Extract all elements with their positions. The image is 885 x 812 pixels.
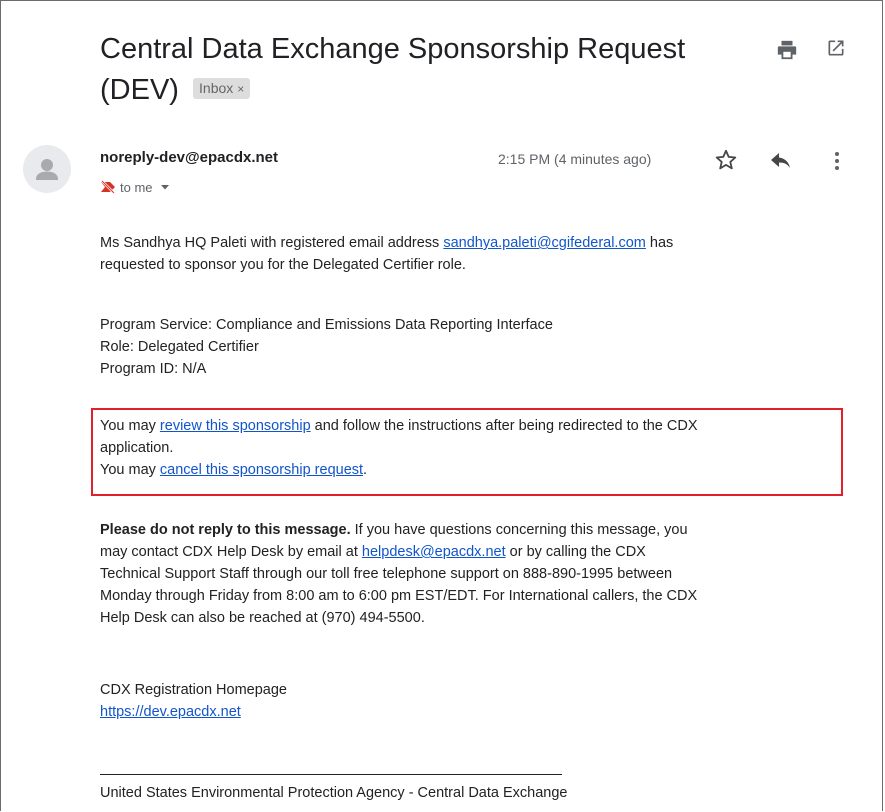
body-text: may contact CDX Help Desk by email at [100, 544, 362, 560]
program-id-text: Program ID: N/A [100, 361, 207, 377]
subject-line-1: Central Data Exchange Sponsorship Reques… [100, 33, 686, 65]
body-paragraph-helpdesk: Please do not reply to this message. If … [100, 519, 860, 629]
helpdesk-email-link[interactable]: helpdesk@epacdx.net [362, 544, 506, 560]
more-options-button[interactable] [827, 149, 847, 173]
open-in-new-window-icon [828, 40, 844, 56]
body-text: Technical Support Staff through our toll… [100, 566, 673, 582]
body-text: You may [100, 462, 160, 478]
remove-label-icon[interactable]: × [237, 82, 244, 96]
role-text: Role: Delegated Certifier [100, 339, 259, 355]
reply-arrow-icon [771, 153, 790, 168]
email-subject: Central Data Exchange Sponsorship Reques… [100, 29, 760, 111]
review-sponsorship-link[interactable]: review this sponsorship [160, 418, 311, 434]
label-chip-inbox[interactable]: Inbox × [193, 77, 251, 99]
body-paragraph-program-details: Program Service: Compliance and Emission… [100, 314, 860, 380]
homepage-link[interactable]: https://dev.epacdx.net [100, 704, 241, 720]
sender-address[interactable]: noreply-dev@epacdx.net [100, 149, 278, 166]
star-button[interactable] [714, 148, 738, 172]
subject-line-2: (DEV) [100, 74, 179, 106]
star-outline-icon [715, 149, 737, 170]
default-person-avatar-icon [36, 159, 58, 180]
print-all-button[interactable] [776, 39, 798, 61]
body-text: . [363, 462, 368, 478]
program-service-text: Program Service: Compliance and Emission… [100, 317, 553, 333]
label-chip-text: Inbox [199, 79, 234, 96]
body-paragraph-sponsor: Ms Sandhya HQ Paleti with registered ema… [100, 232, 860, 276]
homepage-heading: CDX Registration Homepage [100, 682, 287, 698]
body-paragraph-homepage: CDX Registration Homepage https://dev.ep… [100, 679, 860, 723]
sponsor-email-link[interactable]: sandhya.paleti@cgifederal.com [443, 235, 646, 251]
agency-signature: United States Environmental Protection A… [100, 785, 568, 801]
message-timestamp: 2:15 PM (4 minutes ago) [498, 151, 652, 167]
body-text: has [645, 235, 674, 251]
body-paragraph-signature: United States Environmental Protection A… [100, 782, 860, 804]
reply-button[interactable] [769, 150, 793, 170]
body-text: or by calling the CDX [505, 544, 646, 560]
open-in-new-window-button[interactable] [826, 38, 846, 58]
recipients-label: to me [120, 180, 153, 195]
recipients-dropdown[interactable]: to me [100, 180, 170, 195]
signature-divider [100, 774, 562, 775]
body-text: Monday through Friday from 8:00 am to 6:… [100, 588, 698, 604]
sender-avatar [23, 145, 71, 193]
not-important-marker-icon[interactable] [100, 180, 116, 194]
cancel-sponsorship-link[interactable]: cancel this sponsorship request [160, 462, 363, 478]
printer-icon [777, 40, 797, 60]
body-text: You may [100, 418, 160, 434]
do-not-reply-notice: Please do not reply to this message. [100, 522, 351, 538]
body-text: application. [100, 440, 174, 456]
body-text: and follow the instructions after being … [310, 418, 698, 434]
vertical-ellipsis-icon [835, 152, 839, 170]
body-text: Help Desk can also be reached at (970) 4… [100, 610, 425, 626]
email-view: Central Data Exchange Sponsorship Reques… [0, 0, 883, 811]
caret-down-icon [161, 185, 170, 190]
body-paragraph-actions: You may review this sponsorship and foll… [100, 415, 860, 481]
body-text: If you have questions concerning this me… [350, 522, 688, 538]
body-text: Ms Sandhya HQ Paleti with registered ema… [100, 235, 444, 251]
body-text: requested to sponsor you for the Delegat… [100, 257, 466, 273]
